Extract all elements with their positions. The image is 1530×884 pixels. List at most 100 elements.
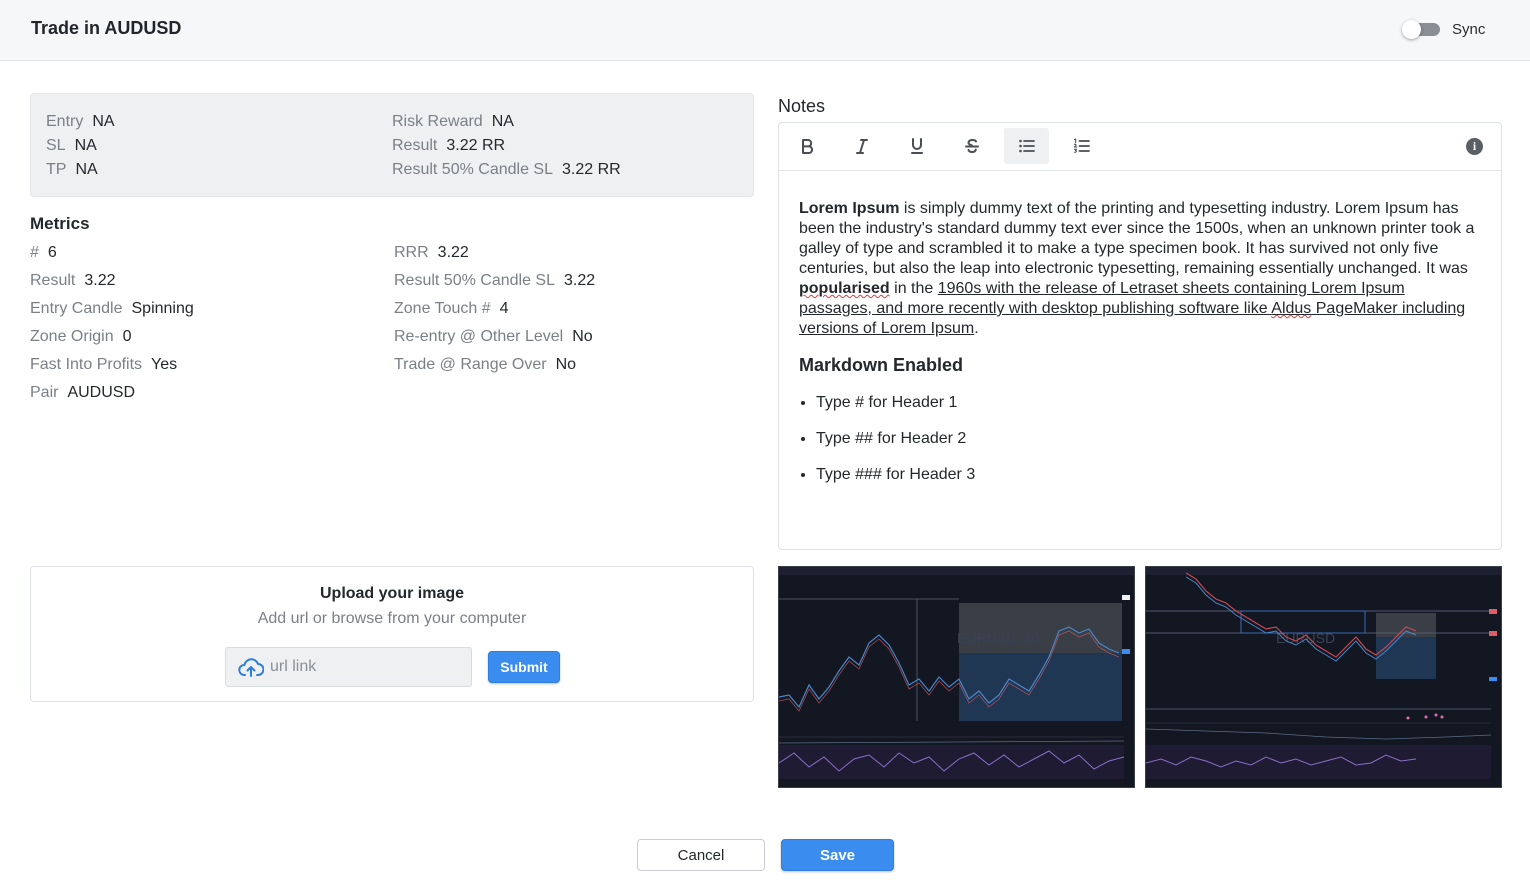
metric-key: Fast Into Profits	[30, 356, 143, 373]
submit-button[interactable]: Submit	[488, 651, 560, 683]
summary-sl: SL NA	[46, 134, 97, 158]
notes-list: Type # for Header 1 Type ## for Header 2…	[799, 393, 1479, 485]
sync-label: Sync	[1452, 20, 1486, 38]
list-item: Type ### for Header 3	[816, 465, 1479, 485]
metrics-title: Metrics	[30, 214, 90, 233]
chart-watermark: EURUSD	[1276, 630, 1335, 646]
paragraph-text: .	[974, 320, 979, 337]
strikethrough-button[interactable]	[949, 128, 994, 164]
metric-value: No	[555, 356, 577, 373]
summary-key: Result	[392, 137, 438, 154]
summary-result: Result 3.22 RR	[392, 134, 505, 158]
chart-watermark: EURUSD, 30	[957, 630, 1040, 646]
metric-zone-touch: Zone Touch # 4	[394, 297, 509, 321]
metric-key: Zone Touch #	[394, 300, 491, 317]
notes-label: Notes	[778, 96, 826, 116]
summary-value: NA	[92, 113, 115, 130]
numbered-list-button[interactable]	[1059, 128, 1104, 164]
trade-summary-panel: Entry NA SL NA TP NA Risk Reward NA Result 3.…	[30, 93, 754, 197]
strikethrough-icon	[964, 139, 979, 154]
summary-risk-reward: Risk Reward NA	[392, 110, 514, 134]
summary-entry: Entry NA	[46, 110, 115, 134]
metric-entry-candle: Entry Candle Spinning	[30, 297, 194, 321]
metric-rrr: RRR 3.22	[394, 241, 469, 265]
cloud-upload-icon[interactable]	[238, 658, 265, 678]
metric-value: AUDUSD	[67, 384, 136, 401]
chart-screenshot-1[interactable]: EURUSD, 30	[778, 566, 1135, 788]
metric-reentry-other-level: Re-entry @ Other Level No	[394, 325, 593, 349]
url-input[interactable]	[270, 656, 460, 678]
image-upload-panel: Upload your image Add url or browse from…	[30, 566, 754, 702]
metric-fast-into-profits: Fast Into Profits Yes	[30, 353, 177, 377]
dialog-title: Trade in AUDUSD	[31, 18, 182, 38]
metric-value: 6	[47, 244, 57, 261]
info-icon[interactable]: i	[1466, 138, 1483, 155]
metric-key: Result	[30, 272, 76, 289]
metric-value: 3.22	[84, 272, 116, 289]
paragraph-text: in the	[889, 280, 938, 297]
summary-value: 3.22 RR	[446, 137, 506, 154]
underline-icon	[910, 138, 923, 154]
metric-key: Zone Origin	[30, 328, 114, 345]
summary-key: Result 50% Candle SL	[392, 161, 553, 178]
metric-key: Trade @ Range Over	[394, 356, 547, 373]
metric-trade-range-over: Trade @ Range Over No	[394, 353, 576, 377]
metric-key: Pair	[30, 384, 59, 401]
metric-key: RRR	[394, 244, 429, 261]
metric-key: Result 50% Candle SL	[394, 272, 555, 289]
summary-key: Risk Reward	[392, 113, 483, 130]
cancel-button[interactable]: Cancel	[637, 839, 765, 871]
summary-result-50-candle-sl: Result 50% Candle SL 3.22 RR	[392, 158, 621, 182]
sync-toggle[interactable]	[1402, 20, 1440, 39]
metric-value: Yes	[151, 356, 178, 373]
summary-value: NA	[74, 137, 97, 154]
bold-text: popularised	[799, 280, 890, 297]
chart-screenshot-2-image: EURUSD	[1146, 567, 1501, 787]
summary-value: NA	[491, 113, 514, 130]
summary-value: NA	[75, 161, 98, 178]
italic-icon	[855, 139, 868, 154]
bullet-list-icon	[1018, 139, 1035, 153]
paragraph-text: is simply dummy text of the printing and…	[799, 200, 1475, 277]
metric-key: Entry Candle	[30, 300, 123, 317]
summary-key: TP	[46, 161, 67, 178]
dialog-header: Trade in AUDUSD Sync	[0, 0, 1530, 61]
list-item: Type # for Header 1	[816, 393, 1479, 413]
list-item: Type ## for Header 2	[816, 429, 1479, 449]
summary-tp: TP NA	[46, 158, 98, 182]
notes-heading: Markdown Enabled	[799, 355, 964, 375]
notes-editor: i Lorem Ipsum is simply dummy text of th…	[778, 122, 1502, 550]
metric-value: 0	[122, 328, 132, 345]
metric-value: Spinning	[131, 300, 194, 317]
metric-value: 4	[499, 300, 509, 317]
metric-number: #6	[30, 241, 57, 265]
bullet-list-button[interactable]	[1004, 128, 1049, 164]
metric-key: Re-entry @ Other Level	[394, 328, 564, 345]
bold-icon	[801, 139, 813, 154]
chart-screenshot-2[interactable]: EURUSD	[1145, 566, 1502, 788]
summary-key: Entry	[46, 113, 84, 130]
summary-value: 3.22 RR	[561, 161, 621, 178]
metric-value: 3.22	[437, 244, 469, 261]
metric-value: 3.22	[563, 272, 596, 289]
editor-toolbar: i	[779, 123, 1501, 171]
chart-screenshot-1-image: EURUSD, 30	[779, 567, 1134, 787]
save-button[interactable]: Save	[781, 839, 894, 871]
bold-text: Lorem Ipsum	[799, 200, 900, 217]
summary-key: SL	[46, 137, 66, 154]
metric-result: Result 3.22	[30, 269, 116, 293]
metric-result-50-candle-sl: Result 50% Candle SL 3.22	[394, 269, 595, 293]
underline-button[interactable]	[894, 128, 939, 164]
notes-content[interactable]: Lorem Ipsum is simply dummy text of the …	[799, 199, 1479, 501]
italic-button[interactable]	[839, 128, 884, 164]
notes-paragraph: Lorem Ipsum is simply dummy text of the …	[799, 199, 1479, 339]
metric-key: #	[30, 244, 39, 261]
sync-toggle-knob	[1402, 20, 1421, 39]
upload-title: Upload your image	[319, 585, 465, 602]
url-input-wrapper	[225, 647, 472, 687]
metric-zone-origin: Zone Origin 0	[30, 325, 132, 349]
metric-pair: Pair AUDUSD	[30, 381, 135, 405]
metric-value: No	[572, 328, 593, 345]
bold-button[interactable]	[784, 128, 829, 164]
upload-subtitle: Add url or browse from your computer	[257, 610, 527, 627]
